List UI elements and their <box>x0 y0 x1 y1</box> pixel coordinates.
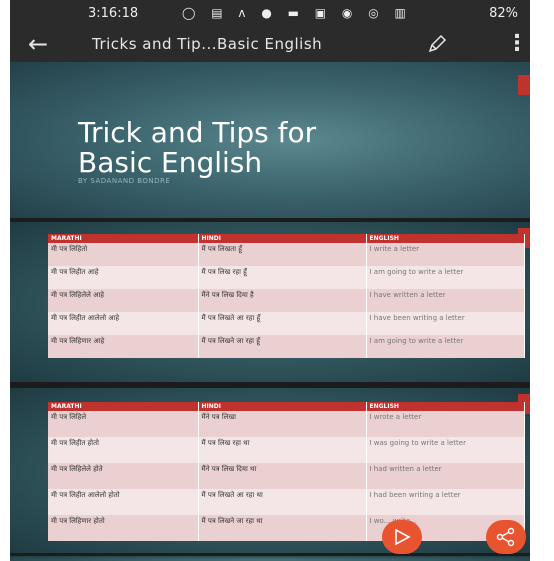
table-row: मी पत्र लिहिलेले होते मैंने पत्र लिख दिय… <box>48 463 525 489</box>
cell-english: I had been writing a letter <box>366 489 525 515</box>
cell-marathi: मी पत्र लिहीत आलेलो आहे <box>48 312 199 335</box>
cell-english: I was going to write a letter <box>366 437 525 463</box>
cell-hindi: मैं पत्र लिख रहा था <box>198 437 367 463</box>
cell-english: I am going to write a letter <box>366 335 525 358</box>
battery-level: 82% <box>489 6 518 21</box>
cell-hindi: मैं पत्र लिखता हूँ <box>198 243 367 266</box>
cell-english: I am going to write a letter <box>366 266 525 289</box>
cell-hindi: मैंने पत्र लिख दिया था <box>198 463 367 489</box>
slide-viewer[interactable]: Trick and Tips for Basic English BY SADA… <box>10 62 530 561</box>
cell-marathi: मी पत्र लिहिलेले होते <box>48 463 199 489</box>
table-row: मी पत्र लिहीत आहे मैं पत्र लिख रहा हूँ I… <box>48 266 525 289</box>
cell-marathi: मी पत्र लिहिणार आहे <box>48 335 199 358</box>
title-line-1: Trick and Tips for <box>78 116 317 149</box>
cell-hindi: मैं पत्र लिख रहा हूँ <box>198 266 367 289</box>
cell-english: I have been writing a letter <box>366 312 525 335</box>
cell-hindi: मैं पत्र लिखते आ रहा हूँ <box>198 312 367 335</box>
slide-table-present[interactable]: MARATHI HINDI ENGLISH मी पत्र लिहितो मैं… <box>10 222 530 382</box>
cell-english: I had written a letter <box>366 463 525 489</box>
cell-marathi: मी पत्र लिहिणार होतो <box>48 515 199 541</box>
slide-table-past[interactable]: MARATHI HINDI ENGLISH मी पत्र लिहिले मैं… <box>10 388 530 553</box>
phone-screen: 3:16:18 ◯ ▤ ʌ ● ▬ ▣ ◉ ◎ ▥ 82% ← Tricks a… <box>10 0 530 561</box>
title-line-2: Basic English <box>78 146 263 179</box>
cell-english: I have written a letter <box>366 289 525 312</box>
status-bar: 3:16:18 ◯ ▤ ʌ ● ▬ ▣ ◉ ◎ ▥ 82% <box>10 0 530 28</box>
col-header-marathi: MARATHI <box>48 402 199 411</box>
tense-table: MARATHI HINDI ENGLISH मी पत्र लिहिले मैं… <box>48 402 525 541</box>
cell-marathi: मी पत्र लिहिलेले आहे <box>48 289 199 312</box>
document-title: Tricks and Tip...Basic English <box>92 35 323 53</box>
share-button[interactable] <box>486 520 526 554</box>
cell-hindi: मैंने पत्र लिख दिया है <box>198 289 367 312</box>
app-bar: ← Tricks and Tip...Basic English ⋮ <box>10 28 530 62</box>
table-row: मी पत्र लिहिणार आहे मैं पत्र लिखने जा रह… <box>48 335 525 358</box>
cell-marathi: मी पत्र लिहीत होतो <box>48 437 199 463</box>
more-vert-icon[interactable]: ⋮ <box>506 31 528 56</box>
col-header-english: ENGLISH <box>366 402 525 411</box>
cell-hindi: मैं पत्र लिखने जा रहा हूँ <box>198 335 367 358</box>
back-arrow-icon[interactable]: ← <box>28 30 48 58</box>
slide-next-partial[interactable] <box>10 556 530 561</box>
status-time: 3:16:18 <box>88 6 139 21</box>
col-header-hindi: HINDI <box>198 402 367 411</box>
col-header-marathi: MARATHI <box>48 234 199 243</box>
cell-english: I write a letter <box>366 243 525 266</box>
col-header-hindi: HINDI <box>198 234 367 243</box>
cell-marathi: मी पत्र लिहिले <box>48 411 199 437</box>
cell-hindi: मैंने पत्र लिखा <box>198 411 367 437</box>
table-row: मी पत्र लिहिले मैंने पत्र लिखा I wrote a… <box>48 411 525 437</box>
play-slideshow-button[interactable] <box>382 520 422 554</box>
col-header-english: ENGLISH <box>366 234 525 243</box>
cell-marathi: मी पत्र लिहीत आलेलो होतो <box>48 489 199 515</box>
pencil-icon[interactable] <box>426 33 448 55</box>
tense-table: MARATHI HINDI ENGLISH मी पत्र लिहितो मैं… <box>48 234 525 358</box>
slide-subtitle: BY SADANAND BONDRE <box>78 177 171 185</box>
table-row: मी पत्र लिहीत होतो मैं पत्र लिख रहा था I… <box>48 437 525 463</box>
table-row: मी पत्र लिहीत आलेलो होतो मैं पत्र लिखते … <box>48 489 525 515</box>
status-icons: ◯ ▤ ʌ ● ▬ ▣ ◉ ◎ ▥ <box>182 6 412 20</box>
table-row: मी पत्र लिहितो मैं पत्र लिखता हूँ I writ… <box>48 243 525 266</box>
table-row: मी पत्र लिहीत आलेलो आहे मैं पत्र लिखते आ… <box>48 312 525 335</box>
slide-accent-bar <box>518 75 530 95</box>
table-row: मी पत्र लिहिलेले आहे मैंने पत्र लिख दिया… <box>48 289 525 312</box>
cell-english: I wrote a letter <box>366 411 525 437</box>
cell-marathi: मी पत्र लिहीत आहे <box>48 266 199 289</box>
cell-hindi: मैं पत्र लिखते आ रहा था <box>198 489 367 515</box>
share-icon <box>496 527 515 547</box>
table-row: मी पत्र लिहिणार होतो मैं पत्र लिखने जा र… <box>48 515 525 541</box>
play-icon <box>395 528 411 546</box>
cell-marathi: मी पत्र लिहितो <box>48 243 199 266</box>
slide-title-text: Trick and Tips for Basic English <box>78 118 316 178</box>
cell-hindi: मैं पत्र लिखने जा रहा था <box>198 515 367 541</box>
slide-title[interactable]: Trick and Tips for Basic English BY SADA… <box>10 62 530 218</box>
